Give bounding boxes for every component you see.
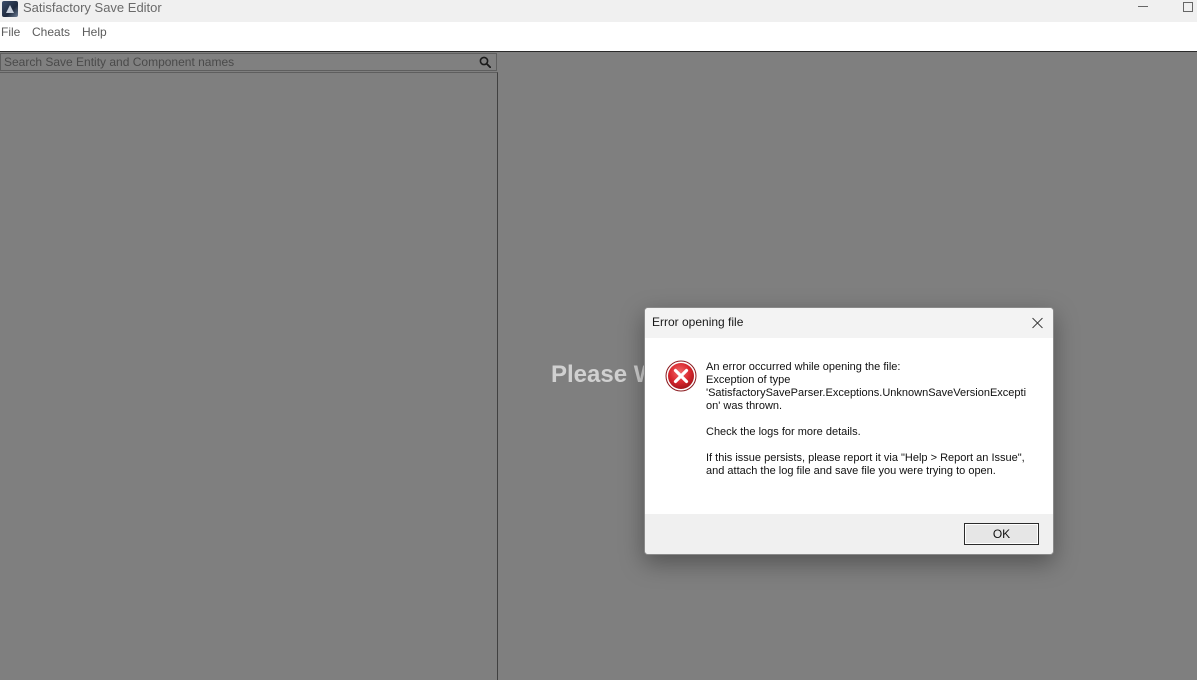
toolbar-separator: [0, 42, 1197, 52]
window-titlebar: Satisfactory Save Editor: [0, 0, 1197, 22]
close-icon[interactable]: [1030, 315, 1046, 331]
ok-button[interactable]: OK: [964, 523, 1039, 545]
menu-help[interactable]: Help: [82, 22, 107, 42]
menu-file[interactable]: File: [1, 22, 20, 42]
menu-bar: File Cheats Help: [0, 22, 1197, 42]
error-dialog: Error opening file An error occurred whi…: [644, 307, 1054, 555]
dialog-titlebar: Error opening file: [645, 308, 1053, 338]
message-line: Check the logs for more details.: [706, 426, 861, 438]
error-icon: [665, 360, 697, 392]
app-icon: [2, 1, 18, 17]
dialog-footer: OK: [645, 514, 1053, 554]
entity-tree-panel: [0, 72, 498, 680]
maximize-button[interactable]: [1173, 0, 1197, 16]
search-bar: Search Save Entity and Component names: [0, 53, 497, 71]
minimize-button[interactable]: [1128, 0, 1158, 16]
message-line: If this issue persists, please report it…: [706, 452, 1025, 477]
search-icon[interactable]: [479, 56, 491, 68]
loading-text: Please W: [551, 361, 657, 388]
error-message: An error occurred while opening the file…: [706, 361, 1028, 478]
search-input[interactable]: Search Save Entity and Component names: [4, 54, 234, 71]
dialog-body: An error occurred while opening the file…: [645, 338, 1053, 514]
message-line: Exception of type: [706, 374, 791, 386]
window-title: Satisfactory Save Editor: [23, 0, 162, 15]
dialog-title: Error opening file: [652, 315, 744, 329]
message-exception: 'SatisfactorySaveParser.Exceptions.Unkno…: [706, 387, 1027, 412]
menu-cheats[interactable]: Cheats: [32, 22, 70, 42]
message-line: An error occurred while opening the file…: [706, 361, 901, 373]
